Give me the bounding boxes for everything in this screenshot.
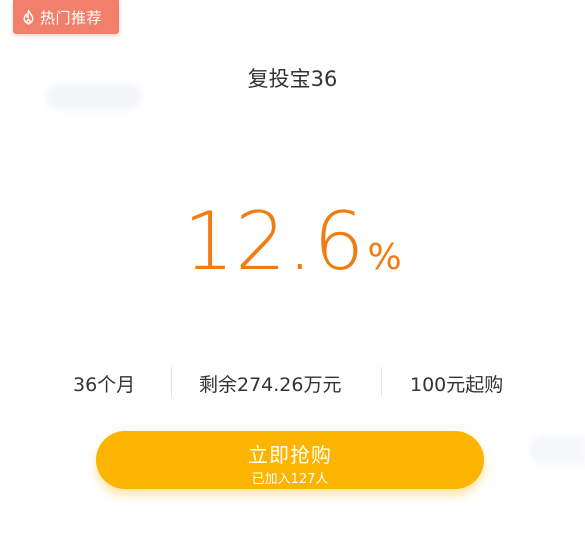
rate-value: 12.6 xyxy=(183,195,366,288)
ghost-decoration-right xyxy=(529,436,585,464)
buy-button-label: 立即抢购 xyxy=(248,443,332,467)
hot-badge-label: 热门推荐 xyxy=(40,8,103,27)
rate-unit: % xyxy=(367,237,402,278)
annual-rate: 12.6% xyxy=(0,202,585,282)
flame-icon xyxy=(19,8,37,26)
buy-now-button[interactable]: 立即抢购 已加入127人 xyxy=(96,431,484,489)
hot-recommend-badge: 热门推荐 xyxy=(13,0,119,34)
joined-count-label: 已加入127人 xyxy=(251,472,329,487)
min-purchase-info: 100元起购 xyxy=(410,374,504,396)
product-title: 复投宝36 xyxy=(247,67,338,91)
remaining-amount-info: 剩余274.26万元 xyxy=(199,374,342,396)
divider xyxy=(171,367,172,397)
product-info-row: 36个月 剩余274.26万元 100元起购 xyxy=(0,367,585,397)
term-info: 36个月 xyxy=(73,374,136,396)
divider xyxy=(381,367,382,397)
